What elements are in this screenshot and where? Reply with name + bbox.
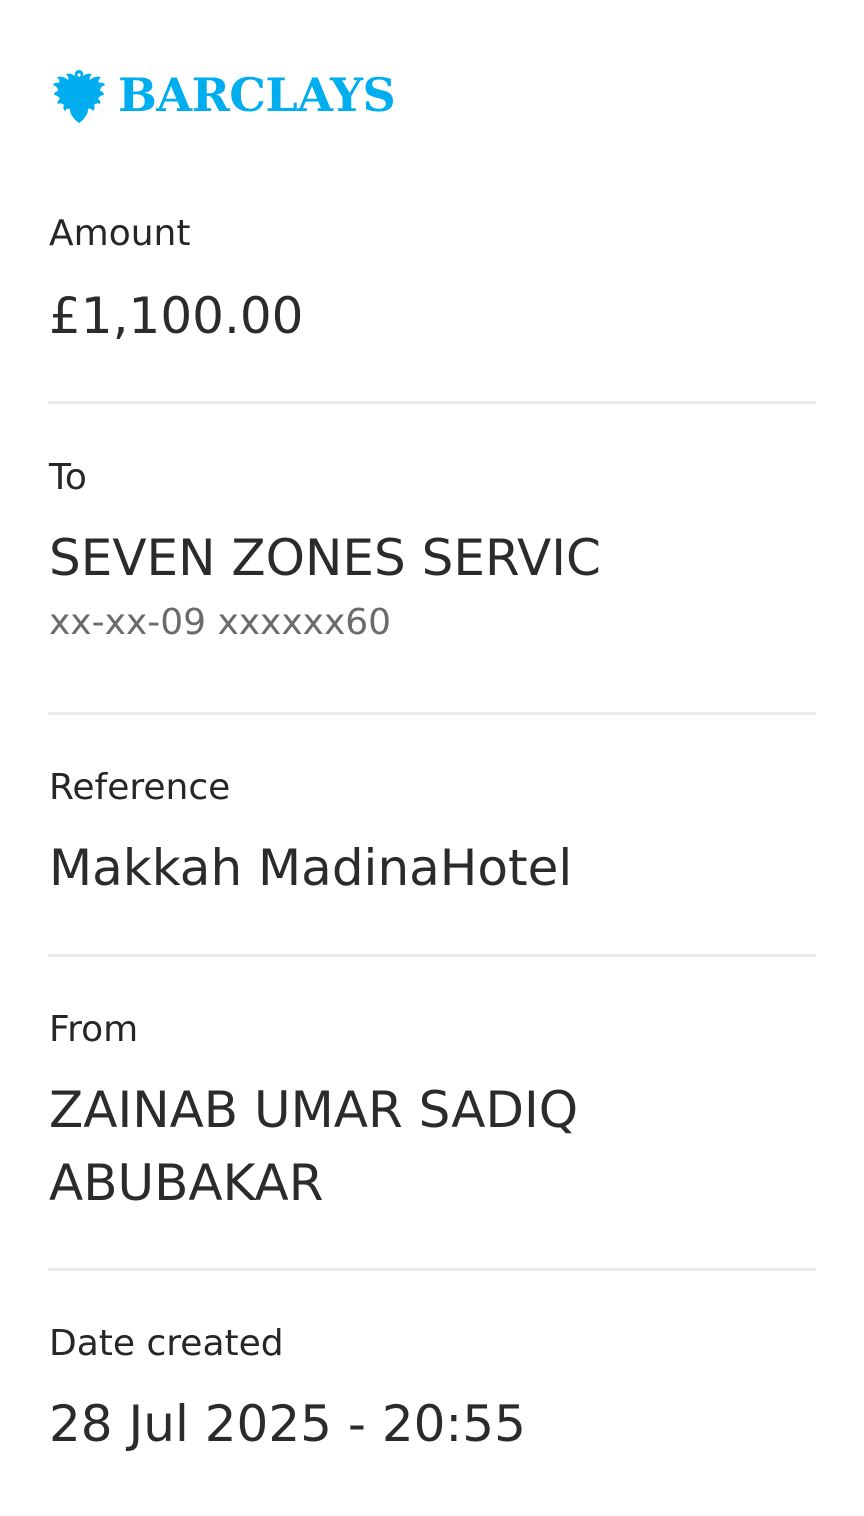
amount-label: Amount [49,213,191,254]
to-label: To [49,457,87,498]
eagle-icon [53,70,105,123]
reference-value: Makkah MadinaHotel [49,839,573,897]
to-section: To SEVEN ZONES SERVIC xx-xx-09 xxxxxx60 [49,460,816,641]
barclays-logo: BARCLAYS [52,64,396,126]
from-label: From [49,1009,139,1050]
reference-label: Reference [49,767,231,808]
sender-name-line1: ZAINAB UMAR SADIQ [49,1081,579,1139]
reference-section: Reference Makkah MadinaHotel [49,770,816,905]
recipient-account: xx-xx-09 xxxxxx60 [49,601,392,643]
recipient-name: SEVEN ZONES SERVIC [49,529,601,587]
divider [48,954,816,957]
sender-name-line2: ABUBAKAR [49,1153,324,1212]
divider [48,712,816,715]
amount-section: Amount £1,100.00 [49,216,816,353]
divider [48,401,816,404]
date-created-label: Date created [49,1323,284,1364]
amount-value: £1,100.00 [49,287,304,345]
brand-name: BARCLAYS [118,68,396,122]
from-section: From ZAINAB UMAR SADIQ ABUBAKAR [49,1012,816,1219]
date-created-value: 28 Jul 2025 - 20:55 [49,1395,526,1453]
date-created-section: Date created 28 Jul 2025 - 20:55 [49,1326,816,1461]
divider [48,1268,816,1271]
